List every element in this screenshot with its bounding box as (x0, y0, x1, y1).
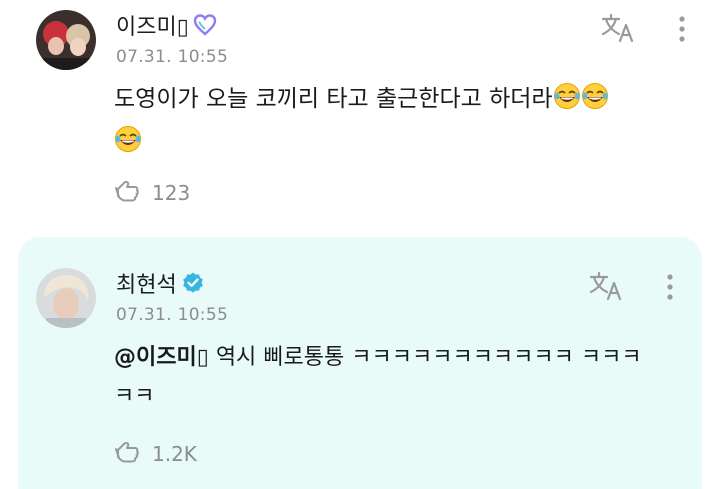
reply-mention-link[interactable]: @이즈미▯ (114, 345, 209, 370)
like-hand-icon (114, 177, 144, 209)
more-vertical-icon[interactable] (676, 14, 688, 48)
laughing-tears-emoji (553, 82, 581, 123)
reply-timestamp: 07.31. 10:55 (116, 305, 229, 325)
reply-author-row: 최현석 (116, 268, 205, 298)
translate-icon[interactable] (588, 270, 624, 306)
post-content: 도영이가 오늘 코끼리 타고 출근한다고 하더라 (114, 80, 674, 166)
post-timestamp: 07.31. 10:55 (116, 47, 229, 67)
post: 이즈미▯ 07.31. 10:55 도영이가 오늘 코끼리 타고 출근한다고 하… (0, 0, 720, 225)
laughing-tears-emoji (581, 82, 609, 123)
translate-icon[interactable] (600, 12, 636, 48)
reply-like-button[interactable]: 1.2K (114, 438, 197, 470)
post-like-button[interactable]: 123 (114, 177, 190, 209)
post-text: 도영이가 오늘 코끼리 타고 출근한다고 하더라 (114, 86, 553, 112)
post-author-name[interactable]: 이즈미▯ (116, 9, 189, 41)
post-author-row: 이즈미▯ (116, 10, 217, 40)
more-vertical-icon[interactable] (664, 272, 676, 306)
purple-heart-outline-icon (193, 14, 217, 36)
reply-content: @이즈미▯ 역시 삐로통통 ㅋㅋㅋㅋㅋㅋㅋㅋㅋㅋㅋ ㅋㅋㅋㅋㅋ (114, 338, 654, 416)
like-hand-icon (114, 438, 144, 470)
verified-check-icon (181, 271, 205, 295)
reply-author-avatar[interactable] (36, 268, 96, 328)
post-author-avatar[interactable] (36, 10, 96, 70)
reply-like-count: 1.2K (152, 442, 197, 466)
reply-author-name[interactable]: 최현석 (116, 267, 177, 299)
post-like-count: 123 (152, 181, 191, 205)
laughing-tears-emoji (114, 125, 142, 166)
